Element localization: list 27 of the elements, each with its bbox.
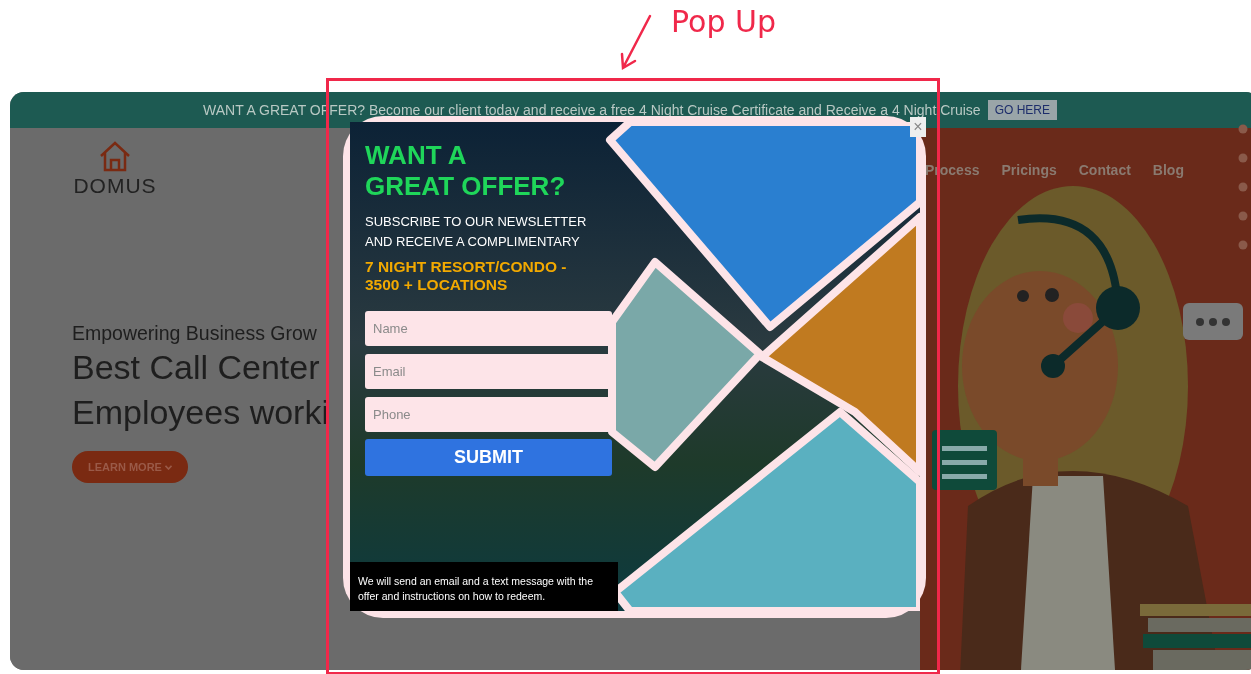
close-button[interactable]: × [910, 117, 926, 137]
carousel-dot[interactable] [1238, 153, 1248, 163]
arrow-icon [618, 14, 654, 72]
hero-headline: Best Call Center [72, 347, 320, 388]
carousel-dot[interactable] [1238, 240, 1248, 250]
nav-link[interactable]: Pricings [1001, 162, 1057, 178]
popup-subheading: SUBSCRIBE TO OUR NEWSLETTER [365, 213, 587, 231]
carousel-dot[interactable] [1238, 211, 1248, 221]
popup-heading: WANT A [365, 140, 467, 171]
offer-highlight: 3500 + LOCATIONS [365, 276, 509, 294]
input-field[interactable]: Name [365, 311, 612, 346]
offer-highlight: 7 NIGHT RESORT/CONDO - [365, 258, 567, 276]
nav-link[interactable]: Contact [1078, 162, 1131, 178]
go-here-button[interactable]: GO HERE [987, 100, 1057, 120]
chevron-icon [164, 464, 172, 470]
annotation-label: Pop Up [671, 4, 776, 39]
logo-text[interactable]: DOMUS [73, 174, 157, 198]
hero-headline: Employees worki [72, 392, 329, 433]
carousel-dot[interactable] [1238, 124, 1248, 134]
submit-button[interactable]: SUBMIT [365, 439, 612, 476]
popup-heading: GREAT OFFER? [365, 171, 566, 202]
footnote-text: We will send an email and a text message with the offer and instructions on how to redeem. [358, 574, 594, 604]
house-icon [98, 140, 132, 172]
hero-eyebrow: Empowering Business Grow [72, 322, 317, 345]
nav-link[interactable]: Blog [1152, 162, 1184, 178]
carousel-dot[interactable] [1238, 182, 1248, 192]
popup-subheading: AND RECEIVE A COMPLIMENTARY [365, 233, 581, 251]
